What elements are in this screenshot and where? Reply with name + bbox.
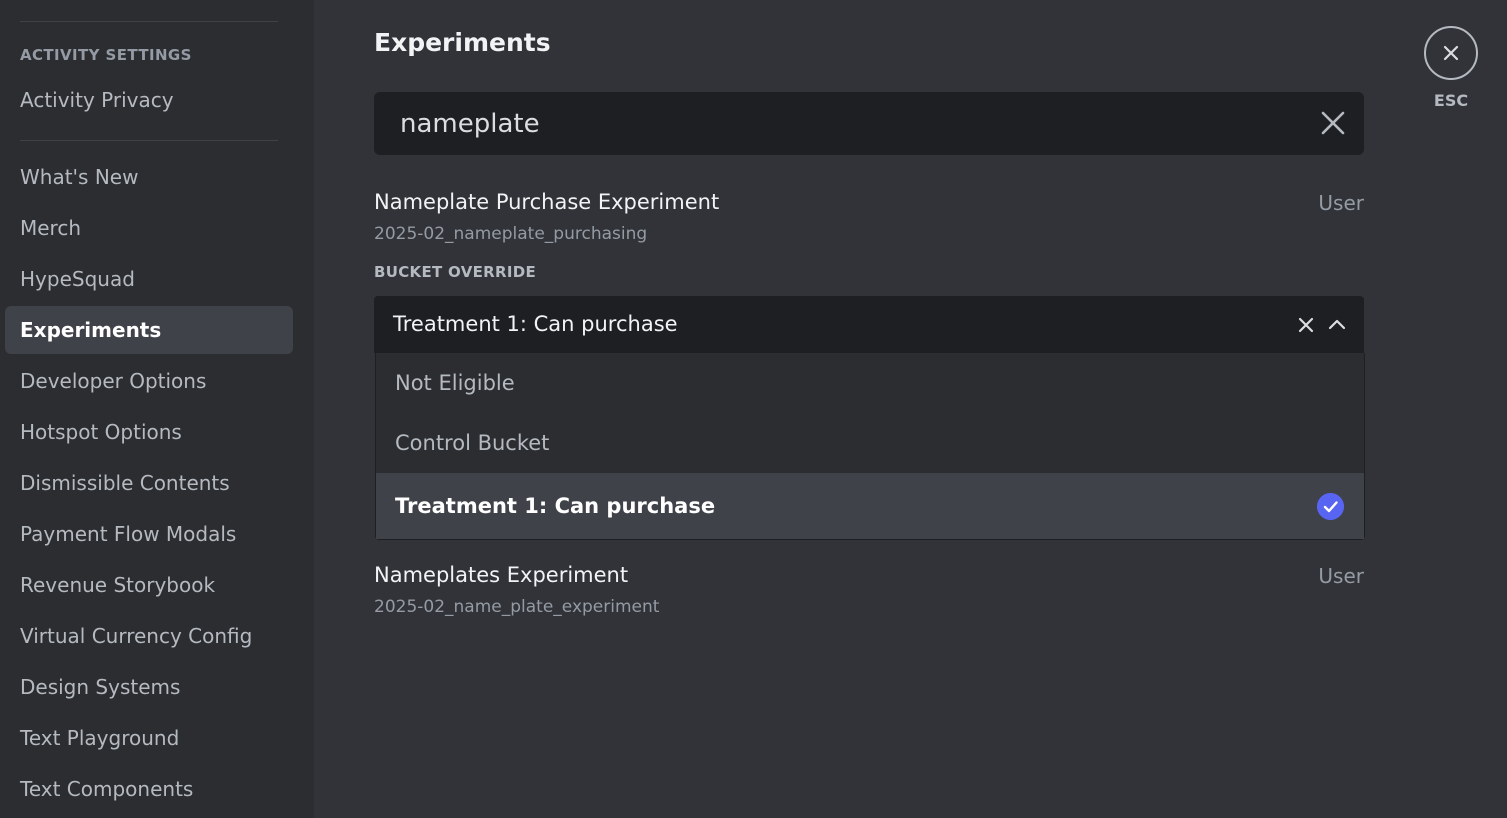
close-button[interactable]: [1424, 26, 1478, 80]
dropdown-option-control-bucket[interactable]: Control Bucket: [376, 413, 1364, 473]
sidebar-item-hotspot-options[interactable]: Hotspot Options: [5, 408, 293, 456]
sidebar-section-header: ACTIVITY SETTINGS: [20, 46, 192, 64]
bucket-dropdown-menu: Not Eligible Control Bucket Treatment 1:…: [375, 353, 1365, 540]
experiment-name: Nameplate Purchase Experiment: [374, 190, 720, 214]
option-label: Not Eligible: [395, 371, 515, 395]
page-title: Experiments: [374, 28, 551, 57]
settings-window: ACTIVITY SETTINGS Activity Privacy What'…: [0, 0, 1507, 818]
search-input[interactable]: [400, 102, 1300, 146]
sidebar-item-merch[interactable]: Merch: [5, 204, 293, 252]
settings-sidebar: ACTIVITY SETTINGS Activity Privacy What'…: [0, 0, 314, 818]
close-icon: [1443, 45, 1459, 61]
esc-label: ESC: [1433, 91, 1469, 110]
experiment-type: User: [1318, 191, 1364, 215]
sidebar-item-hypesquad[interactable]: HypeSquad: [5, 255, 293, 303]
sidebar-item-text-playground[interactable]: Text Playground: [5, 714, 293, 762]
option-label: Treatment 1: Can purchase: [395, 494, 716, 518]
experiment-type: User: [1318, 564, 1364, 588]
sidebar-item-developer-options[interactable]: Developer Options: [5, 357, 293, 405]
sidebar-divider: [20, 140, 278, 141]
experiment-id: 2025-02_nameplate_purchasing: [374, 224, 648, 244]
sidebar-divider: [20, 21, 278, 22]
bucket-selected-value: Treatment 1: Can purchase: [393, 312, 678, 336]
dropdown-option-not-eligible[interactable]: Not Eligible: [376, 353, 1364, 413]
experiment-id: 2025-02_name_plate_experiment: [374, 597, 660, 617]
sidebar-item-text-components[interactable]: Text Components: [5, 765, 293, 813]
sidebar-item-virtual-currency-config[interactable]: Virtual Currency Config: [5, 612, 293, 660]
bucket-override-select[interactable]: Treatment 1: Can purchase: [374, 296, 1364, 353]
clear-selection-icon[interactable]: [1295, 314, 1317, 336]
chevron-up-icon[interactable]: [1326, 313, 1348, 335]
search-box: [374, 92, 1364, 155]
sidebar-item-experiments[interactable]: Experiments: [5, 306, 293, 354]
sidebar-item-revenue-storybook[interactable]: Revenue Storybook: [5, 561, 293, 609]
experiment-name: Nameplates Experiment: [374, 563, 629, 587]
sidebar-item-design-systems[interactable]: Design Systems: [5, 663, 293, 711]
sidebar-item-activity-privacy[interactable]: Activity Privacy: [5, 76, 293, 124]
clear-search-icon[interactable]: [1318, 108, 1348, 138]
sidebar-item-whats-new[interactable]: What's New: [5, 153, 293, 201]
dropdown-option-treatment-1[interactable]: Treatment 1: Can purchase: [376, 473, 1364, 539]
option-label: Control Bucket: [395, 431, 550, 455]
sidebar-item-dismissible-contents[interactable]: Dismissible Contents: [5, 459, 293, 507]
bucket-override-label: BUCKET OVERRIDE: [374, 263, 537, 281]
check-icon: [1317, 493, 1344, 520]
sidebar-item-payment-flow-modals[interactable]: Payment Flow Modals: [5, 510, 293, 558]
